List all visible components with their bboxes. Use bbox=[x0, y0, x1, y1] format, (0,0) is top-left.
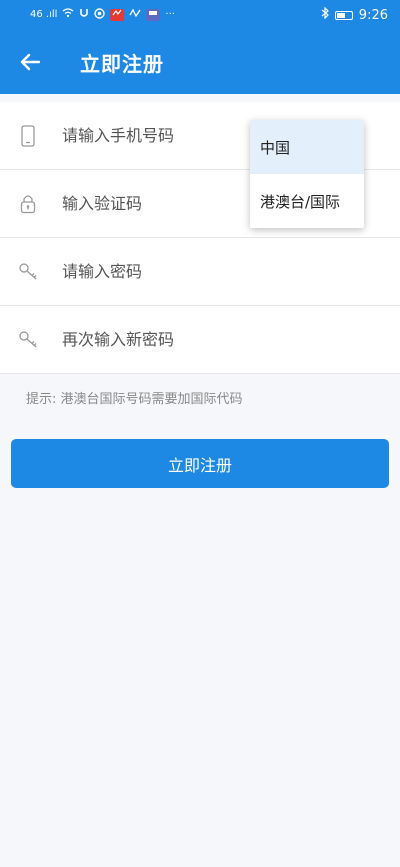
page-title: 立即注册 bbox=[80, 51, 164, 76]
app-u-icon bbox=[79, 8, 89, 23]
register-button[interactable]: 立即注册 bbox=[11, 439, 389, 488]
more-notifications: ··· bbox=[165, 9, 175, 20]
status-bar: 46 .ıll ··· 9:26 bbox=[0, 0, 400, 30]
signal-icon: 46 .ıll bbox=[30, 9, 58, 20]
arrow-left-icon bbox=[20, 53, 40, 71]
back-button[interactable] bbox=[0, 30, 60, 94]
region-dropdown: 中国 港澳台/国际 bbox=[250, 120, 364, 228]
region-option-china[interactable]: 中国 bbox=[250, 120, 364, 174]
phone-icon bbox=[18, 124, 38, 147]
app-circle-icon bbox=[94, 7, 106, 23]
password-row bbox=[0, 238, 400, 306]
hint-text: 提示: 港澳台国际号码需要加国际代码 bbox=[26, 392, 243, 407]
clock: 9:26 bbox=[358, 7, 388, 23]
status-bar-right: 9:26 bbox=[321, 6, 388, 23]
confirm-password-input[interactable] bbox=[62, 330, 322, 349]
lock-icon bbox=[18, 193, 38, 215]
app-wave-icon bbox=[129, 8, 141, 22]
app-bar: 立即注册 bbox=[0, 30, 400, 94]
password-input[interactable] bbox=[62, 262, 322, 281]
bluetooth-icon bbox=[321, 6, 329, 23]
key-icon bbox=[18, 261, 38, 283]
app-red-icon bbox=[110, 9, 125, 21]
region-option-international[interactable]: 港澳台/国际 bbox=[250, 174, 364, 228]
app-blue-icon bbox=[146, 9, 161, 21]
confirm-password-row bbox=[0, 306, 400, 374]
key-icon bbox=[18, 329, 38, 351]
battery-icon bbox=[334, 10, 353, 20]
wifi-icon bbox=[62, 8, 74, 22]
status-bar-left: 46 .ıll ··· bbox=[30, 7, 175, 23]
